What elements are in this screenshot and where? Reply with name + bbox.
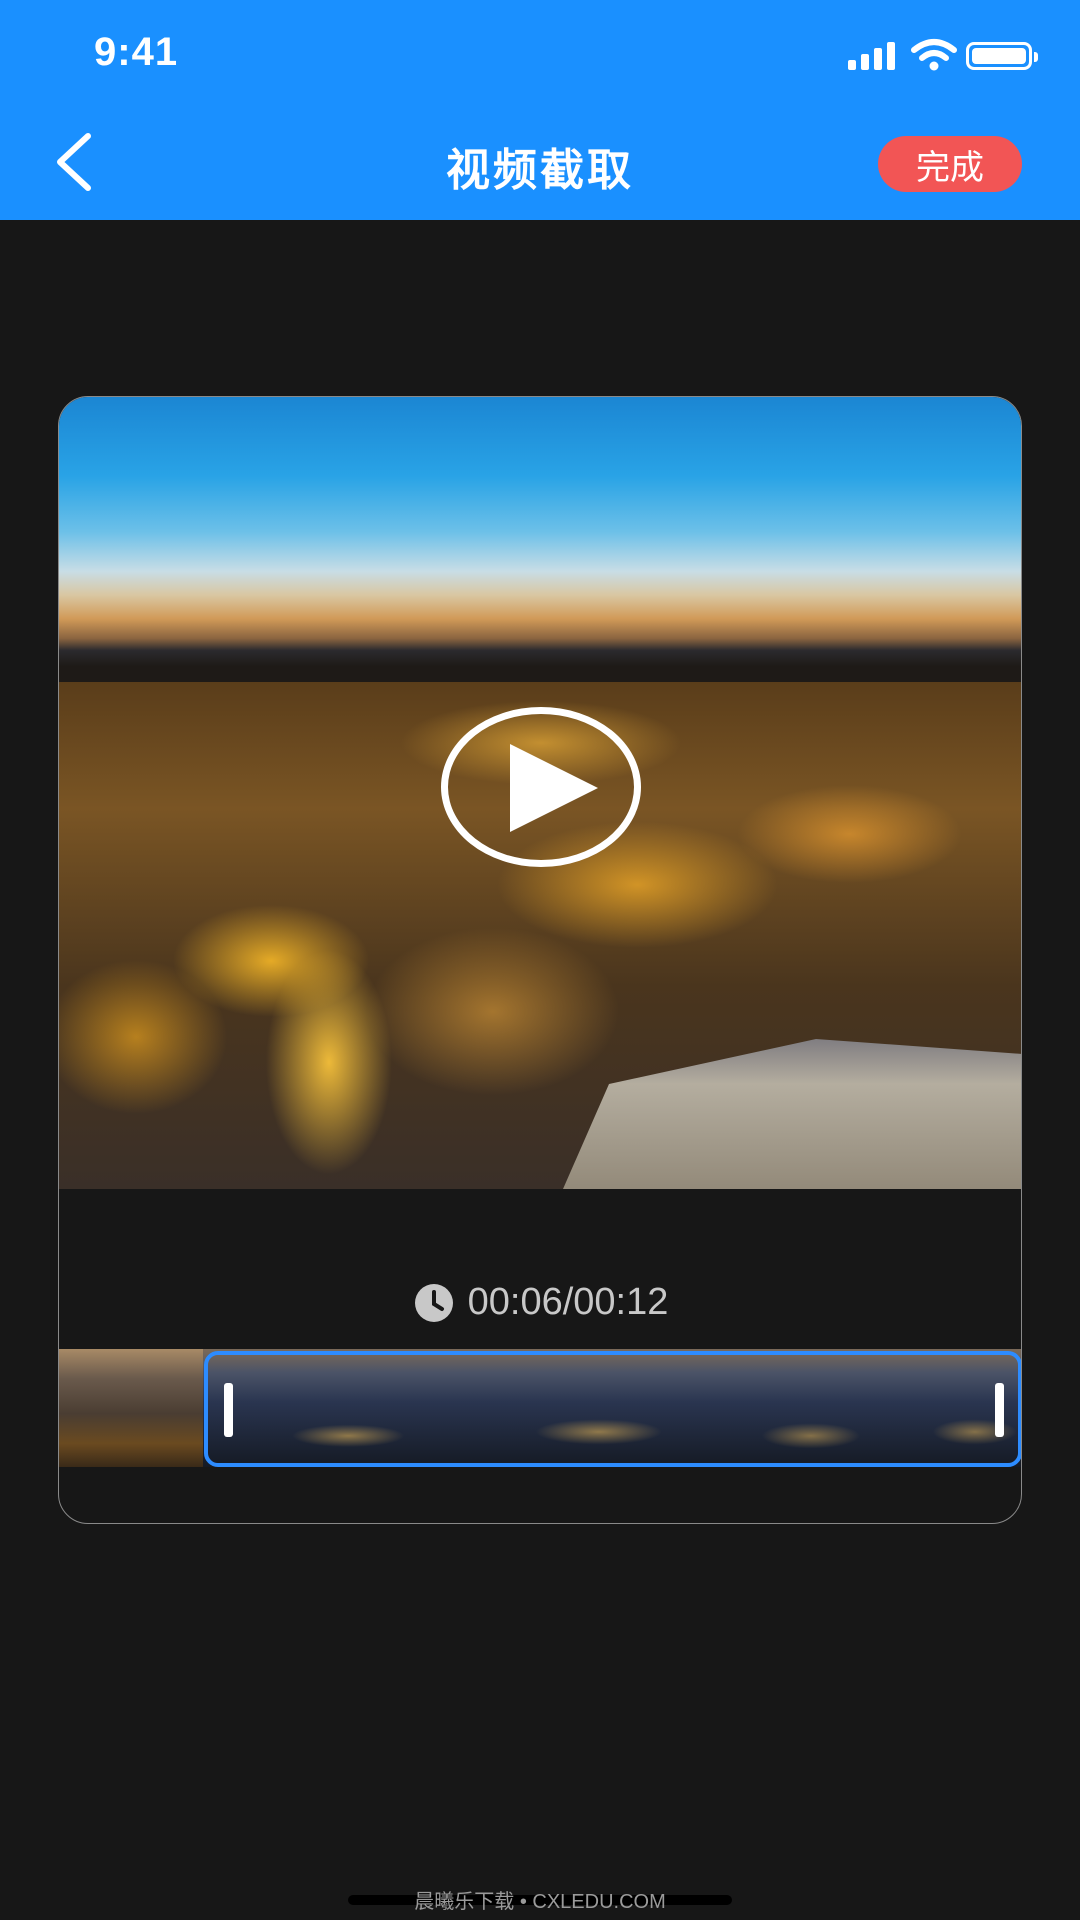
done-button[interactable]: 完成 (878, 136, 1022, 192)
clock-icon (414, 1283, 453, 1322)
play-icon (510, 744, 598, 832)
trim-handle-right[interactable] (995, 1383, 1004, 1437)
wifi-icon (911, 39, 957, 71)
watermark-text: 晨曦乐下载 • CXLEDU.COM (414, 1891, 666, 1913)
trim-handle-left[interactable] (224, 1383, 233, 1437)
battery-icon (966, 42, 1038, 70)
playback-time: 00:06/00:12 (467, 1281, 669, 1323)
header-bar: 9:41 视频截取 完成 (0, 0, 1080, 220)
video-preview[interactable] (59, 397, 1021, 1189)
timeline-strip[interactable] (59, 1349, 1021, 1467)
timeline-thumbnail-first (59, 1349, 203, 1467)
status-time: 9:41 (94, 30, 179, 74)
play-button[interactable] (441, 707, 641, 867)
trim-selection[interactable] (204, 1351, 1021, 1467)
playback-time-row: 00:06/00:12 (59, 1281, 1021, 1324)
video-card: 00:06/00:12 (58, 396, 1022, 1524)
signal-icon (848, 40, 898, 70)
